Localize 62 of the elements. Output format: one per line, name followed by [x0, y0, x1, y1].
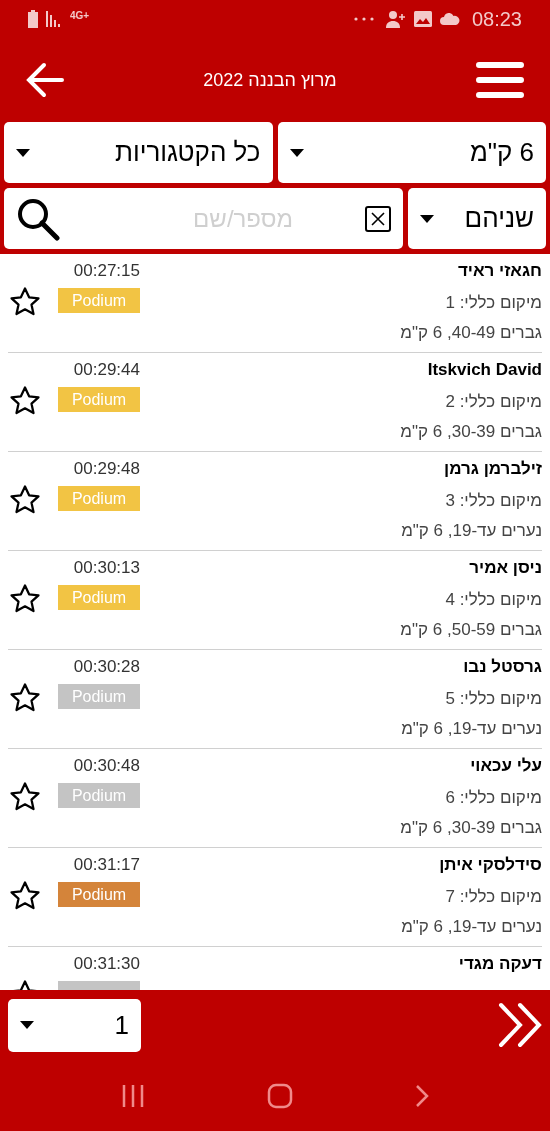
category-dropdown[interactable]: כל הקטגוריות — [4, 122, 273, 183]
dropdown-caret-icon — [20, 1021, 34, 1029]
cloud-icon — [439, 13, 460, 25]
finish-time: 00:29:44 — [73, 359, 140, 381]
dropdown-caret-icon — [16, 148, 30, 157]
menu-icon[interactable] — [476, 62, 524, 98]
runner-name: Itskvich David — [426, 359, 542, 381]
dropdown-caret-icon — [420, 214, 434, 223]
overall-rank: מיקום כללי: 1 — [444, 292, 542, 314]
category-label: גברים 40-49, 6 ק"מ — [400, 322, 542, 344]
category-label: גברים 30-39, 6 ק"מ — [400, 421, 542, 443]
finish-time: 00:30:13 — [73, 557, 140, 579]
podium-badge: Podium — [58, 684, 140, 709]
gender-dropdown[interactable]: שניהם — [408, 188, 546, 249]
distance-dropdown[interactable]: 6 ק"מ — [277, 122, 546, 183]
recent-apps-icon[interactable] — [121, 1083, 145, 1108]
search-icon[interactable] — [16, 196, 60, 241]
back-nav-icon[interactable] — [415, 1083, 429, 1108]
image-icon — [413, 11, 432, 27]
clear-icon[interactable] — [365, 205, 391, 232]
podium-badge: Podium — [58, 387, 140, 412]
podium-badge: Podium — [58, 288, 140, 313]
clock: 08:23 — [471, 7, 522, 32]
runner-name: ניסן אמיר — [468, 557, 542, 579]
finish-time: 00:29:48 — [73, 458, 140, 480]
overall-rank: מיקום כללי: 6 — [444, 787, 542, 809]
overall-rank: מיקום כללי: 7 — [444, 886, 542, 908]
runner-name: חגאזי ראיד — [456, 260, 542, 282]
finish-time: 00:30:48 — [73, 755, 140, 777]
overall-rank: מיקום כללי: 5 — [444, 688, 542, 710]
more-icon — [353, 17, 374, 21]
runner-name: סידלסקי איתן — [438, 854, 542, 876]
category-label: נערים עד-19, 6 ק"מ — [401, 718, 542, 740]
category-label: נערים עד-19, 6 ק"מ — [401, 520, 542, 542]
podium-badge: Podium — [58, 585, 140, 610]
podium-badge: Podium — [58, 882, 140, 907]
finish-time: 00:27:15 — [73, 260, 140, 282]
runner-name: דעקה מגדי — [458, 953, 542, 975]
page-dropdown[interactable]: 1 — [8, 998, 141, 1052]
finish-time: 00:30:28 — [73, 656, 140, 678]
finish-time: 00:31:17 — [73, 854, 140, 876]
finish-time: 00:31:30 — [73, 953, 140, 975]
next-page-icon[interactable] — [498, 1002, 542, 1048]
runner-name: זילברמן גרמן — [443, 458, 542, 480]
home-nav-icon[interactable] — [267, 1082, 293, 1109]
podium-badge: Podium — [58, 783, 140, 808]
add-contact-icon — [385, 10, 406, 28]
category-label: גברים 50-59, 6 ק"מ — [400, 619, 542, 641]
category-label: גברים 30-39, 6 ק"מ — [400, 817, 542, 839]
back-arrow-icon[interactable] — [26, 62, 64, 98]
runner-name: גרסטל נבו — [462, 656, 542, 678]
category-label: נערים עד-19, 6 ק"מ — [401, 916, 542, 938]
page-title: מרוץ הבננה 2022 — [203, 68, 337, 92]
battery-icon — [28, 10, 38, 28]
signal-icon — [46, 11, 62, 27]
overall-rank: מיקום כללי: 3 — [444, 490, 542, 512]
runner-name: עלי עכאוי — [469, 755, 542, 777]
podium-badge: Podium — [58, 486, 140, 511]
overall-rank: מיקום כללי: 2 — [444, 391, 542, 413]
network-type: 4G+ — [70, 8, 90, 23]
overall-rank: מיקום כללי: 4 — [444, 589, 542, 611]
dropdown-caret-icon — [289, 148, 304, 157]
